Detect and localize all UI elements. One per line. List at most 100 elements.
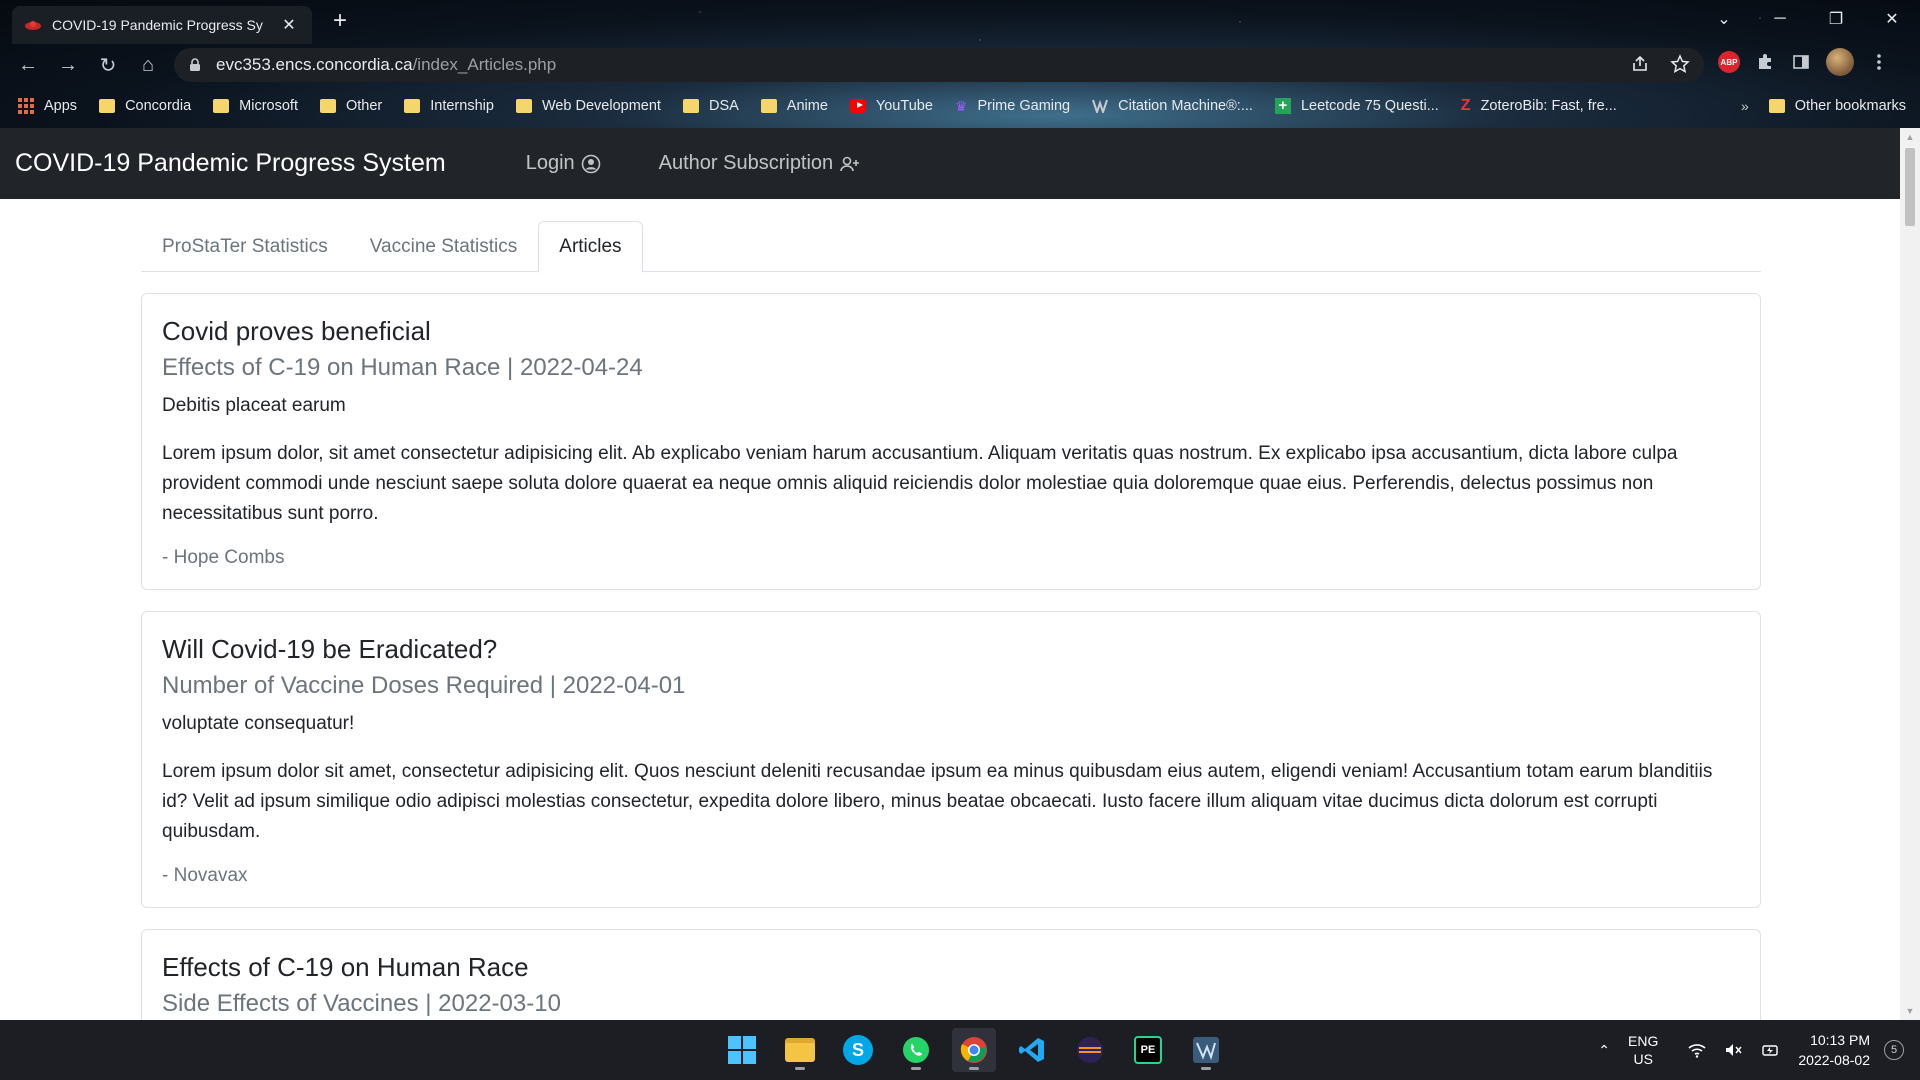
region-code: US [1633,1051,1653,1067]
folder-icon [682,99,699,113]
site-brand[interactable]: COVID-19 Pandemic Progress System [15,149,446,178]
bookmarks-bar: Apps Concordia Microsoft Other Internshi… [0,90,1920,122]
scroll-down-arrow-icon[interactable]: ▼ [1900,1002,1920,1020]
browser-tab[interactable]: COVID-19 Pandemic Progress Sy ✕ [12,6,312,44]
tab-vaccine-statistics[interactable]: Vaccine Statistics [349,221,538,272]
bookmark-prime-gaming[interactable]: ♛ Prime Gaming [955,98,1070,115]
bookmark-label: Web Development [541,98,661,114]
minimize-button[interactable]: ─ [1752,0,1808,38]
whatsapp-button[interactable] [894,1028,938,1072]
skype-button[interactable]: S [836,1028,880,1072]
taskbar-apps: S PE [720,1020,1228,1080]
bookmark-folder-microsoft[interactable]: Microsoft [213,98,298,114]
bookmark-zoterobib[interactable]: Z ZoteroBib: Fast, fre... [1461,97,1617,115]
battery-charging-icon[interactable] [1760,1042,1780,1058]
tab-search-chevron-icon[interactable]: ⌄ [1696,0,1752,38]
extensions-puzzle-icon[interactable] [1754,52,1776,72]
restore-button[interactable]: ❐ [1808,0,1864,38]
forward-button[interactable]: → [48,48,88,82]
toolbar: ← → ↻ ⌂ evc353.encs.concordia.ca/index_A… [0,44,1920,86]
bookmark-label: Internship [430,98,494,114]
page-scrollbar[interactable]: ▲ ▼ [1900,128,1920,1020]
bookmark-folder-concordia[interactable]: Concordia [99,98,191,114]
notifications-badge[interactable]: 5 [1884,1040,1904,1060]
article-card: Covid proves beneficial Effects of C-19 … [141,293,1761,591]
extensions-area: ABP [1718,48,1890,76]
menu-kebab-icon[interactable] [1868,52,1890,72]
bookmark-label: Other bookmarks [1794,98,1906,114]
vscode-button[interactable] [1010,1028,1054,1072]
article-lead: voluptate consequatur! [162,713,355,735]
profile-avatar[interactable] [1826,48,1854,76]
bookmarks-right: » Other bookmarks [1741,90,1906,122]
file-explorer-icon [785,1038,815,1062]
scroll-up-arrow-icon[interactable]: ▲ [1900,128,1920,146]
folder-icon [515,99,532,113]
url-host: evc353.encs.concordia.ca [216,55,413,74]
main-container: ProStaTer Statistics Vaccine Statistics … [141,221,1761,1020]
skype-icon: S [843,1035,873,1065]
wifi-icon[interactable] [1688,1042,1706,1058]
language-indicator[interactable]: ENG US [1628,1032,1658,1068]
pycharm-icon: PE [1134,1036,1162,1064]
article-body: Lorem ipsum dolor, sit amet consectetur … [162,442,1678,525]
volume-muted-icon[interactable] [1724,1042,1742,1058]
bookmark-citation-machine[interactable]: Citation Machine®:... [1092,98,1253,114]
tray-overflow-chevron-icon[interactable]: ⌃ [1598,1042,1610,1059]
login-link[interactable]: Login [526,152,601,175]
tab-prostater-statistics[interactable]: ProStaTer Statistics [141,221,349,272]
bookmark-folder-web-development[interactable]: Web Development [515,98,661,114]
close-tab-icon[interactable]: ✕ [278,15,300,35]
close-window-button[interactable]: ✕ [1864,0,1920,38]
eclipse-button[interactable] [1068,1028,1112,1072]
article-title: Will Covid-19 be Eradicated? [162,634,498,665]
article-lead: Debitis placeat earum [162,394,346,416]
bookmark-folder-anime[interactable]: Anime [760,98,828,114]
user-circle-icon [581,154,600,173]
tab-articles[interactable]: Articles [538,221,643,273]
address-bar[interactable]: evc353.encs.concordia.ca/index_Articles.… [174,48,1704,82]
bookmark-apps[interactable]: Apps [18,98,77,114]
author-subscription-link[interactable]: Author Subscription [659,152,862,175]
bookmark-folder-dsa[interactable]: DSA [682,98,739,114]
bookmark-label: ZoteroBib: Fast, fre... [1480,98,1617,114]
home-button[interactable]: ⌂ [128,48,168,82]
page-viewport: COVID-19 Pandemic Progress System Login … [0,128,1900,1020]
folder-icon [760,99,777,113]
scroll-thumb[interactable] [1905,148,1915,226]
mysql-workbench-button[interactable] [1184,1028,1228,1072]
user-plus-icon [840,156,860,171]
new-tab-button[interactable]: + [326,8,354,36]
pycharm-button[interactable]: PE [1126,1028,1170,1072]
clock-time: 10:13 PM [1810,1032,1870,1048]
bookmark-leetcode-sheet[interactable]: + Leetcode 75 Questi... [1274,98,1439,114]
crown-icon: ♛ [954,97,968,114]
eclipse-icon [1077,1037,1103,1063]
zotero-icon: Z [1460,97,1471,114]
start-button[interactable] [720,1028,764,1072]
bookmark-folder-other[interactable]: Other [319,98,382,114]
apps-grid-icon [18,98,34,114]
folder-icon [99,99,116,113]
share-icon[interactable] [1630,54,1650,74]
url-text: evc353.encs.concordia.ca/index_Articles.… [216,55,556,75]
windows-logo-icon [728,1036,756,1064]
reload-button[interactable]: ↻ [88,48,128,82]
bookmark-star-icon[interactable] [1670,54,1690,74]
bookmark-youtube[interactable]: YouTube [849,98,933,114]
article-author: - Hope Combs [162,547,285,569]
whatsapp-icon [903,1037,929,1063]
lock-icon [190,58,200,71]
chrome-button[interactable] [952,1028,996,1072]
folder-icon [213,99,230,113]
clock[interactable]: 10:13 PM 2022-08-02 [1798,1030,1870,1070]
file-explorer-button[interactable] [778,1028,822,1072]
bookmark-folder-internship[interactable]: Internship [404,98,494,114]
other-bookmarks-folder[interactable]: Other bookmarks [1768,98,1906,114]
mysql-workbench-icon [1193,1037,1219,1063]
back-button[interactable]: ← [8,48,48,82]
side-panel-icon[interactable] [1790,52,1812,72]
adblock-extension-icon[interactable]: ABP [1718,51,1740,73]
clock-date: 2022-08-02 [1798,1052,1870,1068]
bookmarks-overflow-icon[interactable]: » [1741,98,1749,114]
